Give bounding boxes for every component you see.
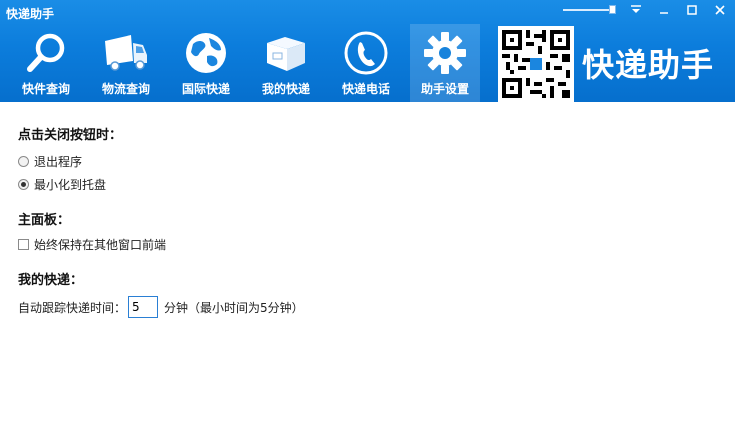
close-behavior-title: 点击关闭按钮时： [18, 128, 123, 143]
maximize-icon[interactable] [681, 0, 703, 20]
main-toolbar: 快件查询 物流查询 国际快递 我的快递 快递电话 助手设置 [6, 24, 480, 102]
tab-label: 我的快递 [261, 82, 310, 96]
gear-icon [422, 30, 468, 76]
tab-label: 物流查询 [101, 82, 150, 96]
search-icon [23, 30, 69, 76]
my-express-title: 我的快递： [18, 273, 84, 288]
auto-track-label: 自动跟踪快递时间： [18, 300, 127, 315]
phone-icon [343, 30, 389, 76]
tab-express-query[interactable]: 快件查询 [6, 24, 86, 102]
tab-my-express[interactable]: 我的快递 [246, 24, 326, 102]
option-exit-program[interactable]: 退出程序 [18, 153, 718, 170]
main-panel-title: 主面板： [18, 213, 71, 228]
option-minimize-to-tray[interactable]: 最小化到托盘 [18, 176, 718, 193]
auto-track-row: 自动跟踪快递时间： 分钟（最小时间为5分钟） [18, 296, 718, 318]
opacity-slider[interactable] [563, 5, 616, 14]
tab-label: 国际快递 [181, 82, 230, 96]
window-title: 快递助手 [6, 7, 55, 21]
close-icon[interactable] [709, 0, 731, 20]
option-always-on-top[interactable]: 始终保持在其他窗口前端 [18, 236, 718, 253]
tab-logistics-query[interactable]: 物流查询 [86, 24, 166, 102]
truck-icon [103, 30, 149, 76]
tab-express-phone[interactable]: 快递电话 [326, 24, 406, 102]
minimize-icon[interactable] [653, 0, 675, 20]
auto-track-minutes-input[interactable] [128, 296, 159, 318]
tab-assistant-settings[interactable]: 助手设置 [410, 24, 480, 102]
header-bar: 快递助手 快件查询 物流查询 国际快递 我的快递 快递电话 助手设置 快递助手 [0, 0, 735, 102]
always-on-top-label: 始终保持在其他窗口前端 [34, 238, 167, 252]
auto-track-unit-note: 分钟（最小时间为5分钟） [164, 300, 304, 315]
minimize-to-tray-radio[interactable] [18, 179, 29, 190]
chevron-down-icon[interactable] [625, 0, 647, 20]
tab-label: 助手设置 [420, 82, 469, 96]
brand-title: 快递助手 [582, 46, 715, 84]
tab-international-express[interactable]: 国际快递 [166, 24, 246, 102]
globe-icon [183, 30, 229, 76]
always-on-top-checkbox[interactable] [18, 239, 29, 250]
window-controls [563, 0, 731, 20]
exit-program-label: 退出程序 [34, 155, 83, 169]
qr-code-icon [498, 26, 574, 102]
tab-label: 快递电话 [341, 82, 390, 96]
exit-program-radio[interactable] [18, 156, 29, 167]
settings-panel: 点击关闭按钮时： 退出程序 最小化到托盘 主面板： 始终保持在其他窗口前端 我的… [18, 122, 718, 318]
tab-label: 快件查询 [21, 82, 70, 96]
opacity-slider-knob[interactable] [609, 5, 616, 14]
minimize-to-tray-label: 最小化到托盘 [34, 178, 107, 192]
package-icon [263, 30, 309, 76]
